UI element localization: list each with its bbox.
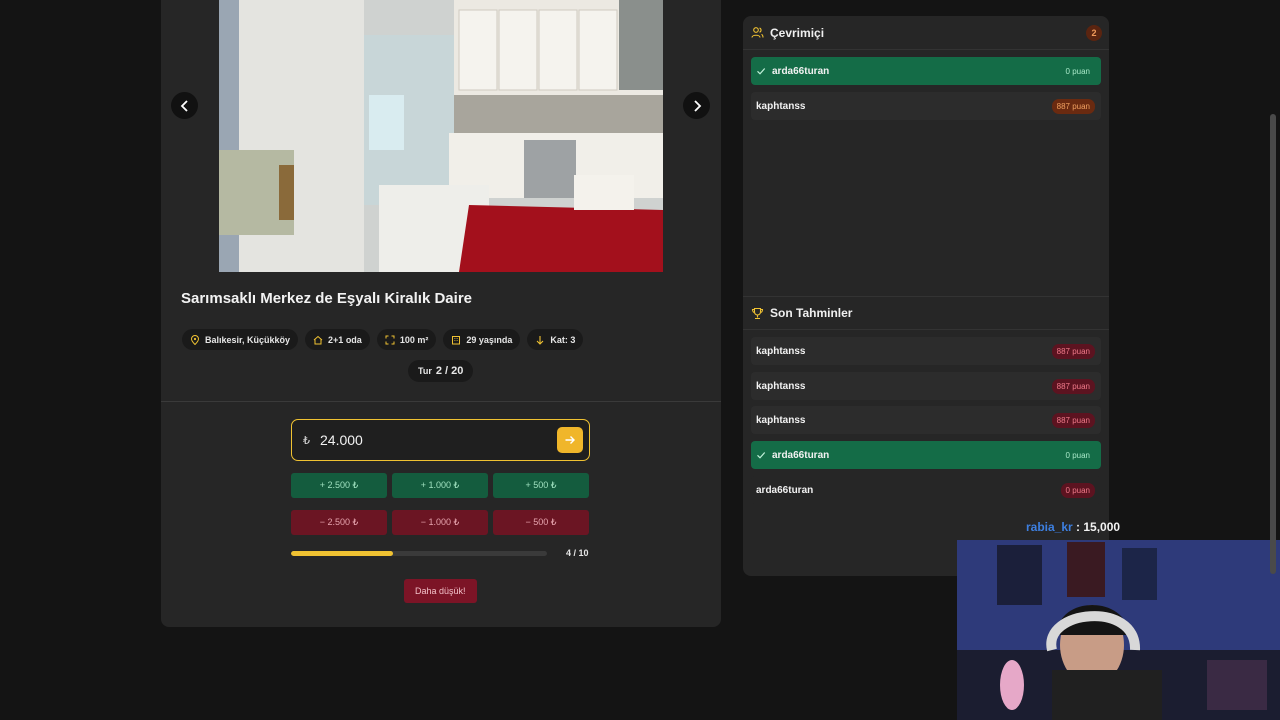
guess-points: 887 puan xyxy=(1051,343,1095,359)
recent-title: Son Tahminler xyxy=(770,306,853,320)
online-section-header: Çevrimiçi 2 xyxy=(743,16,1109,50)
listing-title: Sarımsaklı Merkez de Eşyalı Kiralık Dair… xyxy=(181,290,472,307)
subtract-500-button[interactable]: − 500 ₺ xyxy=(493,510,589,535)
chip-location: Balıkesir, Küçükköy xyxy=(182,329,299,350)
next-photo-button[interactable] xyxy=(683,92,710,119)
arrow-right-icon xyxy=(565,436,575,444)
player-points: 0 puan xyxy=(1065,66,1090,76)
guess-price-input[interactable] xyxy=(320,432,557,448)
add-2500-button[interactable]: + 2.500 ₺ xyxy=(291,473,387,498)
chip-floor: Kat: 3 xyxy=(527,329,584,350)
guess-player-name: arda66turan xyxy=(772,449,830,461)
player-name: arda66turan xyxy=(772,65,830,77)
hint-badge: Daha düşük! xyxy=(404,579,477,603)
trophy-icon xyxy=(751,307,764,319)
round-indicator: Tur 2 / 20 xyxy=(408,360,474,382)
currency-symbol: ₺ xyxy=(303,434,310,447)
online-title: Çevrimiçi xyxy=(770,25,825,40)
location-pin-icon xyxy=(190,334,200,345)
subtract-1000-button[interactable]: − 1.000 ₺ xyxy=(392,510,488,535)
side-panel: Çevrimiçi 2 arda66turan 0 puan kaphtanss… xyxy=(743,16,1109,576)
attempts-progress-label: 4 / 10 xyxy=(566,548,589,558)
listing-card: Sarımsaklı Merkez de Eşyalı Kiralık Dair… xyxy=(161,0,721,627)
guess-player-name: arda66turan xyxy=(756,484,814,496)
chip-area: 100 m² xyxy=(376,329,437,350)
section-divider xyxy=(161,401,721,402)
chevron-left-icon xyxy=(180,99,188,112)
chip-rooms: 2+1 oda xyxy=(305,329,370,350)
chip-floor-label: Kat: 3 xyxy=(550,334,576,345)
webcam-overlay xyxy=(957,540,1280,720)
guess-row: kaphtanss 887 puan xyxy=(751,337,1101,365)
chip-age: 29 yaşında xyxy=(443,329,521,350)
guess-player-name: kaphtanss xyxy=(756,345,806,357)
guess-points: 0 puan xyxy=(1060,482,1095,498)
guess-row: arda66turan 0 puan xyxy=(751,441,1101,469)
round-label: Tur xyxy=(418,366,432,376)
chip-rooms-label: 2+1 oda xyxy=(328,334,362,345)
chat-username: rabia_kr xyxy=(1026,520,1073,534)
guess-input-group: ₺ xyxy=(291,419,590,461)
attempts-progress-fill xyxy=(291,551,394,556)
check-icon xyxy=(757,68,766,75)
add-500-button[interactable]: + 500 ₺ xyxy=(493,473,589,498)
building-age-icon xyxy=(452,335,461,344)
guess-player-name: kaphtanss xyxy=(756,414,806,426)
attempts-progress-bar xyxy=(291,551,547,556)
guess-row: kaphtanss 887 puan xyxy=(751,406,1101,434)
app-stage: Sarımsaklı Merkez de Eşyalı Kiralık Dair… xyxy=(0,0,1280,720)
guess-player-name: kaphtanss xyxy=(756,380,806,392)
webcam-feed-illustration xyxy=(957,540,1280,720)
chat-overlay-message: rabia_kr : 15,000 xyxy=(1026,520,1120,534)
users-icon xyxy=(751,27,764,38)
online-player-row: kaphtanss 887 puan xyxy=(751,92,1101,120)
area-icon xyxy=(385,335,395,344)
decrease-buttons: − 2.500 ₺ − 1.000 ₺ − 500 ₺ xyxy=(291,510,589,535)
round-value: 2 / 20 xyxy=(435,365,464,377)
online-player-row: arda66turan 0 puan xyxy=(751,57,1101,85)
chevron-right-icon xyxy=(693,99,701,112)
previous-photo-button[interactable] xyxy=(171,92,198,119)
page-scrollbar[interactable] xyxy=(1270,114,1276,574)
kitchen-photo-illustration xyxy=(219,0,663,272)
guess-points: 887 puan xyxy=(1051,378,1095,394)
guess-row: kaphtanss 887 puan xyxy=(751,372,1101,400)
listing-attributes: Balıkesir, Küçükköy 2+1 oda 100 m² 29 ya… xyxy=(182,329,584,350)
guess-points: 887 puan xyxy=(1051,412,1095,428)
online-count-badge: 2 xyxy=(1086,25,1102,41)
guess-row: arda66turan 0 puan xyxy=(751,476,1101,504)
player-name: kaphtanss xyxy=(756,100,806,112)
recent-guesses-header: Son Tahminler xyxy=(743,296,1109,330)
listing-photo xyxy=(219,0,663,272)
chip-age-label: 29 yaşında xyxy=(466,334,513,345)
chat-message: : 15,000 xyxy=(1076,520,1121,534)
subtract-2500-button[interactable]: − 2.500 ₺ xyxy=(291,510,387,535)
player-points: 887 puan xyxy=(1051,98,1095,114)
add-1000-button[interactable]: + 1.000 ₺ xyxy=(392,473,488,498)
arrow-down-icon xyxy=(537,335,544,345)
chip-location-label: Balıkesir, Küçükköy xyxy=(205,334,291,345)
home-icon xyxy=(313,335,323,344)
check-icon xyxy=(757,452,766,459)
submit-guess-button[interactable] xyxy=(557,427,583,453)
increase-buttons: + 2.500 ₺ + 1.000 ₺ + 500 ₺ xyxy=(291,473,589,498)
guess-points: 0 puan xyxy=(1065,450,1090,460)
chip-area-label: 100 m² xyxy=(399,334,429,345)
